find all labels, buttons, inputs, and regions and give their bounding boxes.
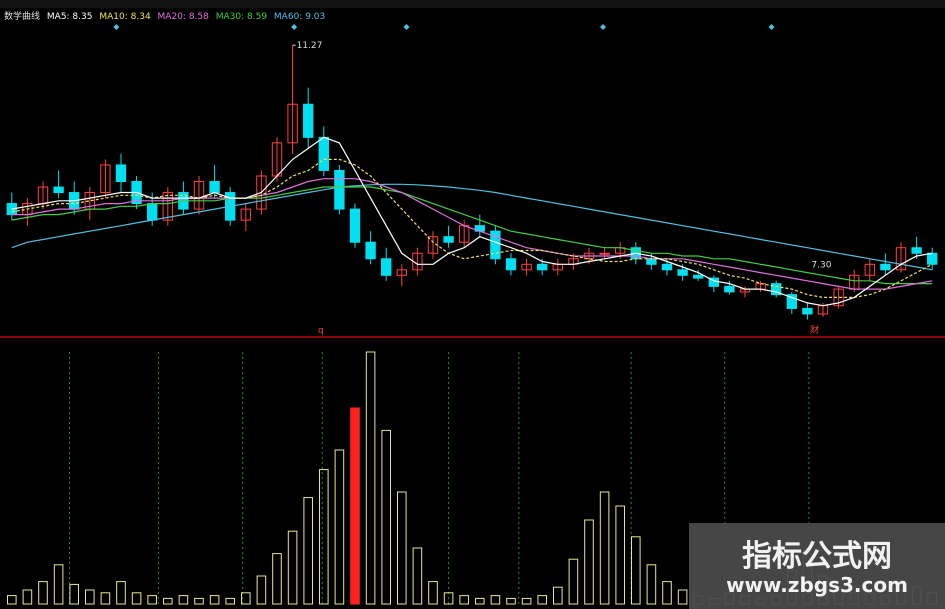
- candle-body: [115, 164, 127, 182]
- volume-bar: [584, 519, 594, 605]
- moving-average-lines: [11, 136, 933, 307]
- volume-bar: [7, 595, 17, 605]
- candle-body: [381, 258, 392, 276]
- candle-body: [646, 258, 657, 265]
- volume-bar: [521, 597, 532, 605]
- volume-bar: [599, 491, 610, 605]
- volume-bar: [553, 586, 563, 605]
- candle-body: [318, 136, 329, 171]
- event-diamond-marker: [768, 24, 775, 30]
- volume-bar: [22, 589, 33, 605]
- candle-body: [802, 307, 813, 315]
- volume-bar: [287, 530, 298, 605]
- marker-q: q: [318, 326, 324, 336]
- volume-bar: [163, 597, 173, 605]
- watermark-title: 指标公式网: [742, 539, 892, 574]
- ma30-line: [11, 186, 933, 285]
- volume-bar: [53, 564, 64, 605]
- volume-bar: [131, 592, 142, 605]
- volume-bar: [459, 595, 469, 605]
- volume-bar: [615, 505, 625, 605]
- candle-body: [334, 169, 345, 210]
- candle-body: [505, 258, 517, 271]
- event-diamond-marker: [291, 24, 298, 30]
- candle-body: [147, 203, 158, 221]
- volume-bar: [272, 553, 282, 605]
- low-price-label: 7.30: [811, 260, 831, 270]
- high-price-label: 11.27: [297, 41, 323, 51]
- candle-body: [349, 208, 361, 243]
- volume-bar: [631, 536, 641, 605]
- volume-bar: [334, 449, 345, 605]
- volume-bar: [194, 597, 204, 605]
- candle-body: [53, 186, 64, 194]
- volume-bar: [475, 597, 485, 605]
- stock-chart: 11.27 7.30 q 财: [0, 24, 945, 605]
- volume-bar: [319, 469, 329, 605]
- ma20-line: [11, 178, 933, 290]
- volume-bar: [116, 581, 126, 605]
- candle-body: [677, 269, 688, 276]
- volume-bar: [350, 407, 360, 605]
- volume-bar: [490, 595, 501, 605]
- volume-bar: [412, 547, 423, 605]
- volume-bar: [397, 491, 407, 605]
- candle-body: [693, 274, 704, 279]
- volume-bar: [256, 575, 267, 605]
- candle-body: [303, 103, 314, 138]
- event-markers: [113, 24, 775, 30]
- event-diamond-marker: [403, 24, 410, 30]
- candle-body: [661, 263, 673, 271]
- volume-bar: [303, 497, 313, 605]
- watermark-url: www.zbgs3.com: [726, 573, 908, 597]
- candle-body: [365, 241, 376, 260]
- volume-bar: [506, 597, 516, 605]
- volume-bar: [69, 583, 79, 605]
- volume-bar: [537, 595, 547, 605]
- marker-zhu: 财: [810, 324, 819, 336]
- volume-bar: [662, 581, 672, 605]
- volume-bar: [225, 597, 235, 605]
- volume-bar: [381, 429, 391, 605]
- volume-bar: [147, 595, 157, 605]
- candle-body: [443, 236, 454, 243]
- volume-bar: [100, 592, 111, 605]
- volume-bar: [428, 581, 438, 605]
- volume-bar: [365, 351, 376, 605]
- volume-bar: [178, 595, 189, 605]
- volume-bar: [677, 589, 688, 605]
- candle-body: [209, 181, 220, 194]
- event-diamond-marker: [113, 24, 120, 30]
- candle-body: [911, 247, 922, 254]
- ma5-line: [11, 136, 933, 307]
- candle-body: [927, 252, 938, 265]
- candlestick-series: [6, 44, 938, 320]
- volume-bar: [646, 564, 657, 605]
- candle-body: [724, 285, 735, 293]
- candle-body: [537, 263, 548, 271]
- volume-bar: [568, 558, 579, 605]
- watermark-box: 指标公式网 www.zbgs3.com: [689, 523, 945, 609]
- candle-body: [599, 252, 610, 255]
- volume-bar: [85, 589, 95, 605]
- candle-body: [880, 263, 891, 271]
- volume-bar: [38, 581, 48, 605]
- event-diamond-marker: [600, 24, 607, 30]
- volume-bar: [209, 595, 220, 605]
